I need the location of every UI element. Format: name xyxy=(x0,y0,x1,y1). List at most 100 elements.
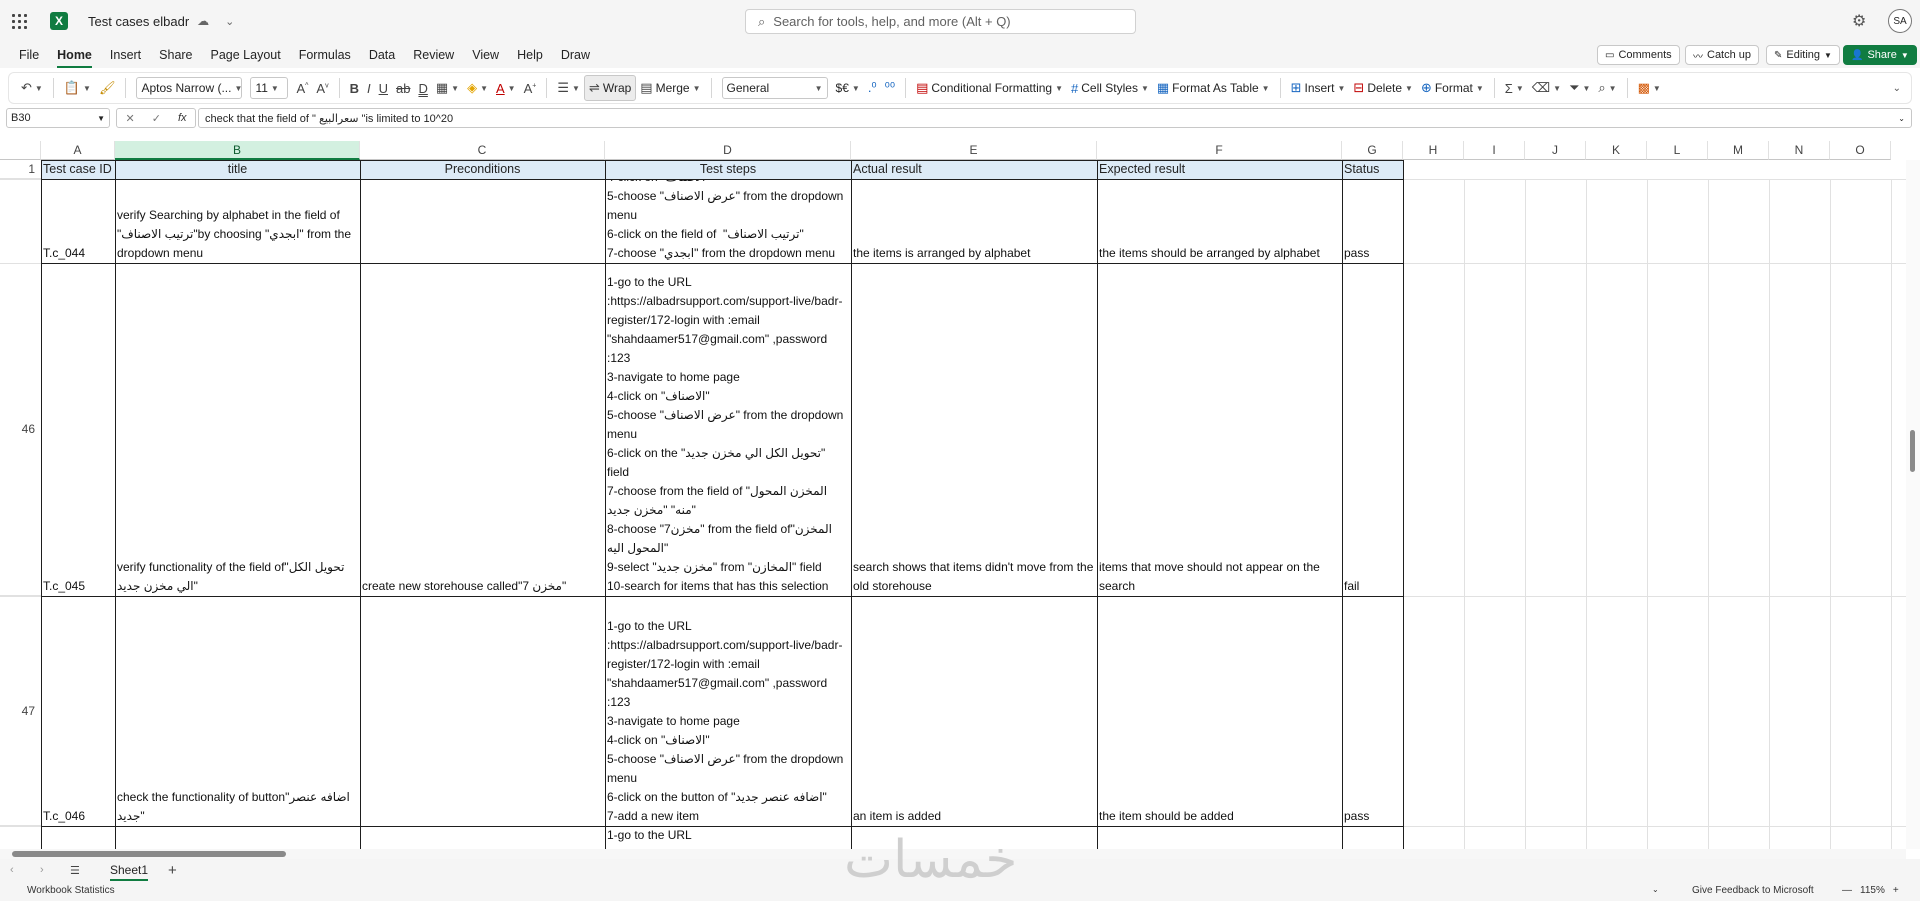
text-effects-button[interactable]: A+ xyxy=(520,75,541,101)
zoom-out-button[interactable]: — xyxy=(1842,885,1852,896)
cell-expected[interactable]: items that move should not appear on the… xyxy=(1097,263,1342,596)
cell-id[interactable]: T.c_044 xyxy=(41,179,115,263)
workbook-statistics[interactable]: Workbook Statistics xyxy=(27,885,115,896)
autosum-button[interactable]: Σ ▼ xyxy=(1501,75,1528,101)
tab-share[interactable]: Share xyxy=(150,42,201,68)
find-button[interactable]: ⌕ ▼ xyxy=(1594,75,1620,101)
column-header-j[interactable]: J xyxy=(1525,141,1586,160)
column-header-e[interactable]: E xyxy=(851,141,1097,160)
font-color-button[interactable]: A ▼ xyxy=(492,75,520,101)
format-as-table-button[interactable]: ▦ Format As Table ▼ xyxy=(1153,75,1274,101)
avatar[interactable]: SA xyxy=(1888,9,1912,33)
tab-page-layout[interactable]: Page Layout xyxy=(202,42,290,68)
catch-up-button[interactable]: 〰 Catch up xyxy=(1685,45,1760,65)
cell-preconditions[interactable] xyxy=(360,179,605,263)
share-button[interactable]: 👤 Share ▼ xyxy=(1843,45,1917,65)
sheet-tab[interactable]: Sheet1 xyxy=(104,863,154,881)
cell-preconditions[interactable]: create new storehouse called"7 مخزن" xyxy=(360,263,605,596)
cell-expected[interactable] xyxy=(1097,826,1342,849)
double-underline-button[interactable]: D xyxy=(414,75,431,101)
add-sheet-icon[interactable]: + xyxy=(168,862,177,879)
table-header-preconditions[interactable]: Preconditions xyxy=(360,160,605,179)
cell-steps[interactable]: 4-click on "الاصناف" 5-choose "عرض الاصن… xyxy=(605,179,851,263)
column-header-b[interactable]: B xyxy=(115,141,360,160)
cell-expected[interactable]: the item should be added xyxy=(1097,596,1342,826)
insert-cells-button[interactable]: ⊞ Insert ▼ xyxy=(1287,75,1350,101)
document-title[interactable]: Test cases elbadr xyxy=(88,14,189,29)
column-header-d[interactable]: D xyxy=(605,141,851,160)
table-header-title[interactable]: title xyxy=(115,160,360,179)
column-header-f[interactable]: F xyxy=(1097,141,1342,160)
delete-cells-button[interactable]: ⊟ Delete ▼ xyxy=(1349,75,1417,101)
column-header-g[interactable]: G xyxy=(1342,141,1403,160)
tab-insert[interactable]: Insert xyxy=(101,42,150,68)
cell-title[interactable] xyxy=(115,826,360,849)
sort-filter-button[interactable]: ⏷ ▼ xyxy=(1565,75,1594,101)
tab-draw[interactable]: Draw xyxy=(552,42,599,68)
comments-button[interactable]: ▭ Comments xyxy=(1597,45,1680,65)
cell-status[interactable]: fail xyxy=(1342,263,1403,596)
fill-color-button[interactable]: ◈ ▼ xyxy=(463,75,492,101)
all-sheets-icon[interactable]: ☰ xyxy=(70,864,90,877)
format-painter-button[interactable]: 🖌 xyxy=(95,75,120,101)
zoom-level[interactable]: 115% xyxy=(1860,885,1885,896)
check-icon[interactable]: ✓ xyxy=(152,112,161,125)
row-header[interactable]: 1 xyxy=(0,160,41,179)
increase-decimal-button[interactable]: ⁰⁰ xyxy=(881,75,899,101)
cell-preconditions[interactable] xyxy=(360,596,605,826)
paste-button[interactable]: 📋 ▼ xyxy=(60,75,95,101)
column-header-h[interactable]: H xyxy=(1403,141,1464,160)
wrap-text-button[interactable]: ⇌ Wrap xyxy=(583,75,637,101)
column-header-c[interactable]: C xyxy=(360,141,605,160)
cell-steps[interactable]: 1-go to the URL xyxy=(605,826,851,849)
zoom-in-button[interactable]: + xyxy=(1893,885,1899,896)
cell-title[interactable]: verify Searching by alphabet in the fiel… xyxy=(115,179,360,263)
search-input[interactable]: ⌕ Search for tools, help, and more (Alt … xyxy=(745,9,1136,34)
cell-actual[interactable]: an item is added xyxy=(851,596,1097,826)
cell-status[interactable] xyxy=(1342,826,1403,849)
font-size-select[interactable]: 11 ▼ xyxy=(246,75,292,101)
gear-icon[interactable]: ⚙ xyxy=(1852,11,1866,31)
cancel-icon[interactable]: ✕ xyxy=(126,112,135,125)
editing-mode-button[interactable]: ✎ Editing ▼ xyxy=(1766,45,1840,65)
tab-view[interactable]: View xyxy=(463,42,508,68)
column-header-o[interactable]: O xyxy=(1830,141,1891,160)
vertical-scrollbar[interactable] xyxy=(1906,160,1920,849)
italic-button[interactable]: I xyxy=(363,75,375,101)
row-header[interactable]: 46 xyxy=(0,263,41,596)
feedback-link[interactable]: Give Feedback to Microsoft xyxy=(1692,885,1814,896)
cell-expected[interactable]: the items should be arranged by alphabet xyxy=(1097,179,1342,263)
app-launcher-icon[interactable] xyxy=(0,0,38,42)
bold-button[interactable]: B xyxy=(346,75,363,101)
formula-input[interactable]: check that the field of " سعرالبيع "is l… xyxy=(198,108,1912,128)
font-name-select[interactable]: Aptos Narrow (... ▼ xyxy=(132,75,246,101)
ribbon-collapse-button[interactable]: ⌄ xyxy=(1886,75,1905,101)
increase-font-button[interactable]: A^ xyxy=(292,75,312,101)
merge-button[interactable]: ▤ Merge ▼ xyxy=(636,75,704,101)
cell-id[interactable]: T.c_046 xyxy=(41,596,115,826)
column-header-m[interactable]: M xyxy=(1708,141,1769,160)
column-header-a[interactable]: A xyxy=(41,141,115,160)
cell-id[interactable]: T.c_045 xyxy=(41,263,115,596)
column-header-i[interactable]: I xyxy=(1464,141,1525,160)
align-button[interactable]: ☰ ▼ xyxy=(553,75,584,101)
currency-button[interactable]: $€ ▼ xyxy=(832,75,864,101)
tab-formulas[interactable]: Formulas xyxy=(290,42,360,68)
cell-status[interactable]: pass xyxy=(1342,596,1403,826)
table-header-actual[interactable]: Actual result xyxy=(851,160,1097,179)
underline-button[interactable]: U xyxy=(375,75,392,101)
cell-id[interactable] xyxy=(41,826,115,849)
clear-button[interactable]: ⌫ ▼ xyxy=(1528,75,1565,101)
table-header-id[interactable]: Test case ID xyxy=(41,160,115,179)
tab-home[interactable]: Home xyxy=(48,42,101,68)
decrease-font-button[interactable]: Av xyxy=(312,75,332,101)
tab-help[interactable]: Help xyxy=(508,42,552,68)
number-format-select[interactable]: General ▼ xyxy=(718,75,832,101)
conditional-formatting-button[interactable]: ▤ Conditional Formatting ▼ xyxy=(912,75,1067,101)
tab-review[interactable]: Review xyxy=(404,42,463,68)
function-icon[interactable]: fx xyxy=(178,112,187,124)
chevron-down-icon[interactable]: ⌄ xyxy=(225,15,234,28)
tab-file[interactable]: File xyxy=(10,42,48,68)
borders-button[interactable]: ▦ ▼ xyxy=(432,75,463,101)
select-all-corner[interactable] xyxy=(0,141,41,160)
